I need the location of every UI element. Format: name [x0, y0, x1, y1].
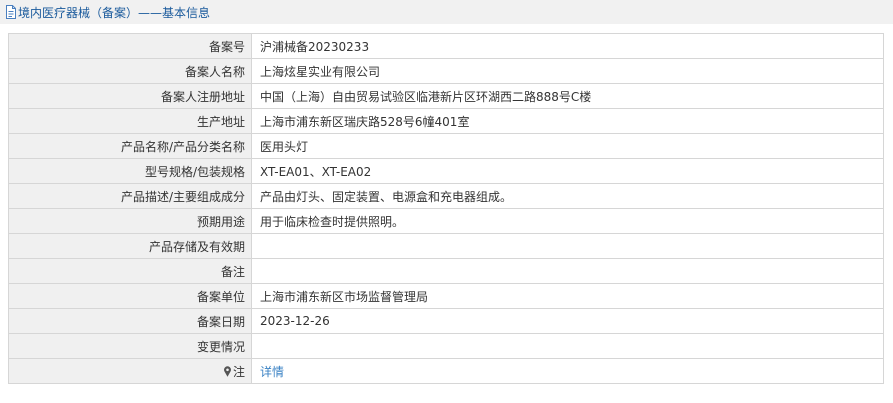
row-label: 备案日期 — [8, 308, 252, 334]
row-label: 生产地址 — [8, 108, 252, 134]
row-value — [251, 333, 884, 359]
header-title: 境内医疗器械（备案）——基本信息 — [5, 3, 210, 21]
info-table: 备案号 沪浦械备20230233 备案人名称 上海炫星实业有限公司 备案人注册地… — [8, 33, 884, 384]
row-label: 产品存储及有效期 — [8, 233, 252, 259]
table-row: 产品存储及有效期 — [8, 233, 884, 259]
row-label: 备案号 — [8, 33, 252, 59]
row-label: 备注 — [8, 258, 252, 284]
table-row: 备案人名称 上海炫星实业有限公司 — [8, 58, 884, 84]
table-row: 产品名称/产品分类名称 医用头灯 — [8, 133, 884, 159]
document-icon — [6, 5, 16, 19]
table-row: 备案人注册地址 中国（上海）自由贸易试验区临港新片区环湖西二路888号C楼 — [8, 83, 884, 109]
row-value — [251, 233, 884, 259]
row-value: 医用头灯 — [251, 133, 884, 159]
row-label: 产品名称/产品分类名称 — [8, 133, 252, 159]
row-label: 备案单位 — [8, 283, 252, 309]
row-value: 沪浦械备20230233 — [251, 33, 884, 59]
pin-icon — [223, 365, 231, 377]
table-row: 生产地址 上海市浦东新区瑞庆路528号6幢401室 — [8, 108, 884, 134]
table-row: 型号规格/包装规格 XT-EA01、XT-EA02 — [8, 158, 884, 184]
note-value-cell: 详情 — [251, 358, 884, 384]
table-row: 变更情况 — [8, 333, 884, 359]
row-value — [251, 258, 884, 284]
table-row: 预期用途 用于临床检查时提供照明。 — [8, 208, 884, 234]
row-value: 用于临床检查时提供照明。 — [251, 208, 884, 234]
row-label: 型号规格/包装规格 — [8, 158, 252, 184]
row-value: 上海市浦东新区市场监督管理局 — [251, 283, 884, 309]
table-row: 备注 — [8, 258, 884, 284]
note-row: 注 详情 — [8, 358, 884, 384]
page-header: 境内医疗器械（备案）——基本信息 — [0, 0, 893, 24]
note-label: 注 — [232, 364, 245, 379]
detail-link[interactable]: 详情 — [260, 365, 284, 379]
row-value: 上海炫星实业有限公司 — [251, 58, 884, 84]
row-label: 备案人注册地址 — [8, 83, 252, 109]
row-label: 备案人名称 — [8, 58, 252, 84]
row-value: 2023-12-26 — [251, 308, 884, 334]
row-label: 预期用途 — [8, 208, 252, 234]
row-value: 中国（上海）自由贸易试验区临港新片区环湖西二路888号C楼 — [251, 83, 884, 109]
row-value: XT-EA01、XT-EA02 — [251, 158, 884, 184]
row-label: 变更情况 — [8, 333, 252, 359]
table-row: 备案单位 上海市浦东新区市场监督管理局 — [8, 283, 884, 309]
header-title-text: 境内医疗器械（备案）——基本信息 — [18, 5, 211, 20]
row-label: 产品描述/主要组成成分 — [8, 183, 252, 209]
table-row: 备案日期 2023-12-26 — [8, 308, 884, 334]
row-value: 上海市浦东新区瑞庆路528号6幢401室 — [251, 108, 884, 134]
table-row: 备案号 沪浦械备20230233 — [8, 33, 884, 59]
note-label-cell: 注 — [8, 358, 252, 384]
table-row: 产品描述/主要组成成分 产品由灯头、固定装置、电源盒和充电器组成。 — [8, 183, 884, 209]
row-value: 产品由灯头、固定装置、电源盒和充电器组成。 — [251, 183, 884, 209]
